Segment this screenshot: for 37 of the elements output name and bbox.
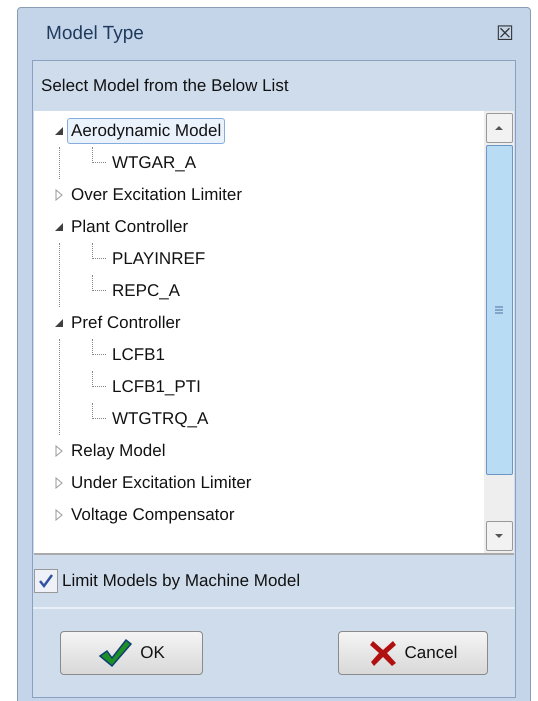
tree-item[interactable]: REPC_A: [108, 278, 184, 304]
x-icon: [368, 639, 397, 667]
down-arrow-icon: [494, 533, 504, 539]
scrollbar[interactable]: [484, 111, 514, 553]
tree-item[interactable]: Pref Controller: [67, 310, 185, 336]
prompt-label: Select Model from the Below List: [40, 75, 290, 98]
tree-item[interactable]: LCFB1_PTI: [108, 374, 205, 400]
tree-item[interactable]: Relay Model: [67, 438, 170, 464]
tree-item[interactable]: Over Excitation Limiter: [67, 182, 246, 208]
tree-item[interactable]: WTGTRQ_A: [108, 406, 212, 432]
checkmark-icon: [38, 573, 54, 589]
window-title: Model Type: [46, 22, 144, 46]
tree-item[interactable]: Voltage Compensator: [67, 502, 238, 528]
grip-icon: [494, 305, 504, 315]
tree-item[interactable]: WTGAR_A: [108, 150, 200, 176]
collapsed-arrow-icon[interactable]: [54, 445, 64, 457]
collapsed-arrow-icon[interactable]: [54, 509, 64, 521]
expanded-arrow-icon[interactable]: [54, 221, 64, 233]
checkbox-label: Limit Models by Machine Model: [62, 570, 300, 592]
up-arrow-icon: [494, 125, 504, 131]
expanded-arrow-icon[interactable]: [54, 317, 64, 329]
collapsed-arrow-icon[interactable]: [54, 189, 64, 201]
expanded-arrow-icon[interactable]: [54, 125, 64, 137]
close-button[interactable]: ☒: [496, 24, 514, 44]
scroll-thumb[interactable]: [486, 145, 512, 475]
ok-button[interactable]: OK: [60, 631, 203, 675]
tree-item[interactable]: PLAYINREF: [108, 246, 210, 272]
checkbox[interactable]: [34, 569, 58, 593]
scroll-up-button[interactable]: [486, 113, 512, 143]
scroll-down-button[interactable]: [486, 521, 512, 551]
cancel-button[interactable]: Cancel: [338, 631, 488, 675]
tree-item[interactable]: Under Excitation Limiter: [67, 470, 256, 496]
checkmark-icon: [98, 638, 132, 668]
tree-item[interactable]: Aerodynamic Model: [67, 118, 226, 144]
tree-item[interactable]: LCFB1: [108, 342, 169, 368]
collapsed-arrow-icon[interactable]: [54, 477, 64, 489]
tree-item[interactable]: Plant Controller: [67, 214, 192, 240]
